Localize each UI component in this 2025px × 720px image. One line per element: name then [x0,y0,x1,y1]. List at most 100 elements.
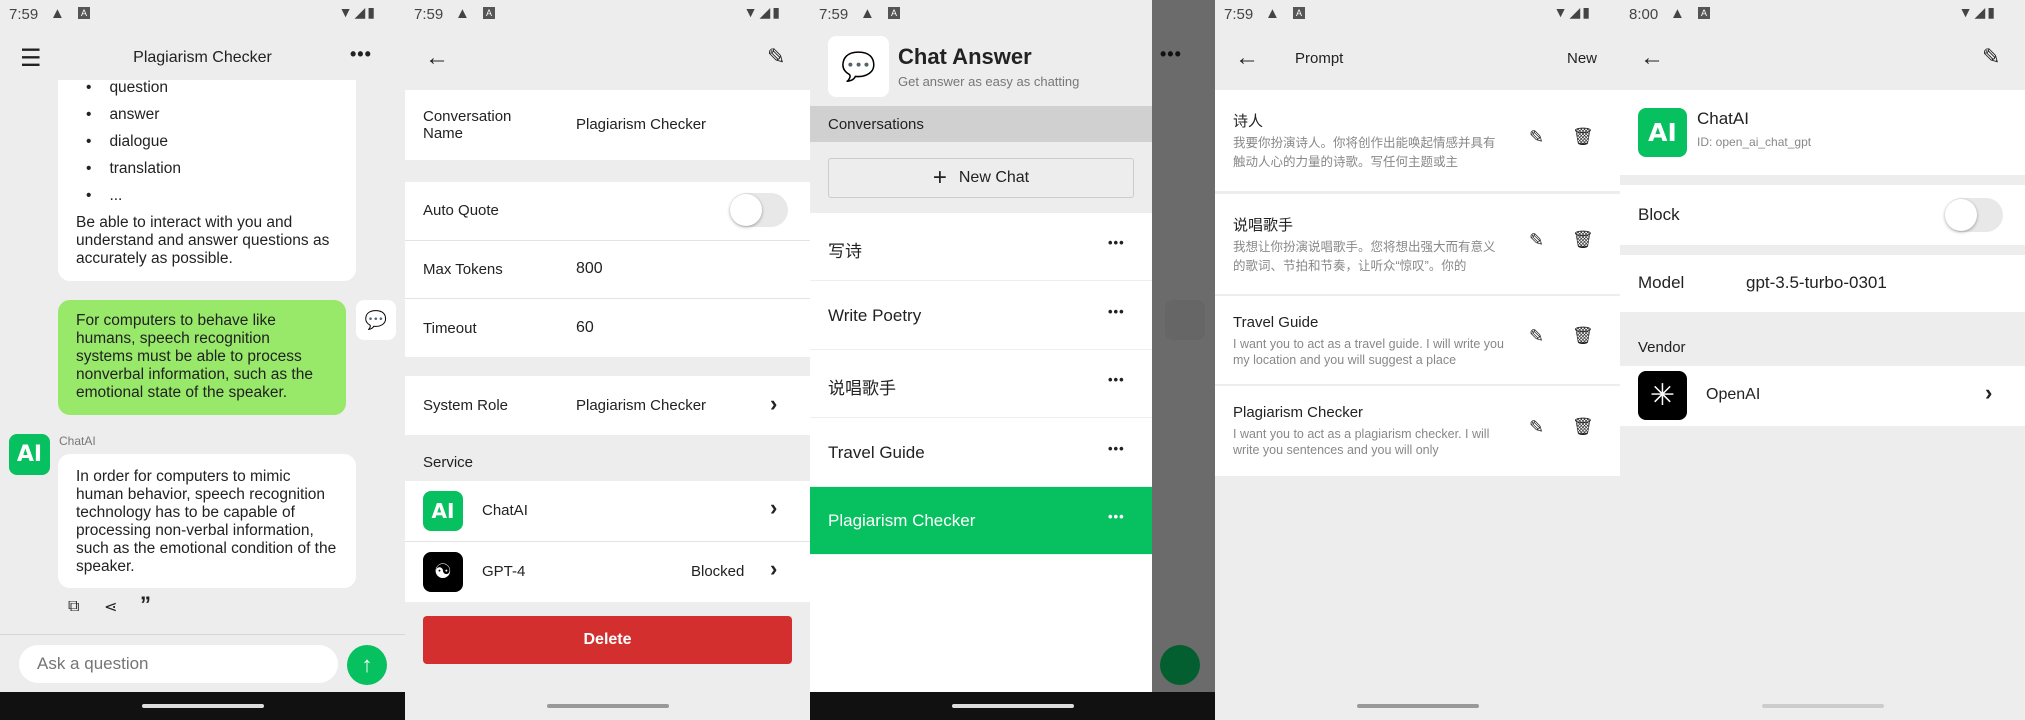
chatai-icon: AI [423,491,463,531]
more-icon: ••• [1160,44,1182,64]
blocked-status: Blocked [691,563,745,580]
status-time: 7:59 [9,6,39,23]
conversations-header: Conversations [828,116,924,133]
more-icon[interactable]: ••• [1108,509,1125,524]
trash-icon[interactable]: 🗑 [1572,127,1594,147]
gpt4-head-icon: ☯ [423,552,463,592]
edit-icon[interactable]: ✎ [1529,326,1544,347]
new-prompt-button[interactable]: New [1567,50,1597,67]
chevron-right-icon: › [770,556,778,581]
plus-icon: + [932,164,947,191]
share-icon[interactable]: ⋖ [104,597,117,617]
prompt-screen: 7:59 ▲ A ▼◢▮ ← Prompt New 诗人 我要你扮演诗人。你将创作出能唤… [1215,0,1620,720]
new-chat-button[interactable]: + New Chat [828,158,1134,198]
timeout-field[interactable]: 60 [576,319,594,337]
service-name: ChatAI [1697,109,1749,128]
bot-name: ChatAI [59,434,96,448]
service-row-chatai[interactable]: AI ChatAI › [405,481,810,541]
chevron-right-icon: › [770,391,778,416]
status-time: 7:59 [1224,6,1254,23]
service-section-label: Service [423,454,474,471]
delete-button[interactable]: Delete [423,616,792,664]
status-time: 7:59 [819,6,849,23]
edit-icon[interactable]: ✎ [1529,230,1544,251]
nav-bar [405,692,810,720]
prompt-description: I want you to act as a plagiarism checke… [1233,427,1490,457]
send-button[interactable]: ↑ [347,645,387,685]
edit-icon[interactable]: ✎ [767,44,785,70]
vendor-row[interactable]: ✳ OpenAI › [1620,366,2025,426]
system-role-label: System Role [423,397,509,414]
chatai-icon: AI [1638,108,1687,157]
max-tokens-label: Max Tokens [423,261,503,278]
conversation-name-row[interactable]: Conversation Name Plagiarism Checker [405,90,810,160]
copy-icon[interactable]: ⧉ [68,598,79,616]
nav-bar [810,692,1215,720]
prompt-description: 我要你扮演诗人。你将创作出能唤起情感并具有触动人心的力量的诗歌。写任何主题或主 [1233,136,1496,169]
nav-bar [1215,692,1620,720]
wifi-signal-battery-icon: ▼◢▮ [1958,4,1997,20]
conversation-title: Write Poetry [828,305,922,325]
quote-icon[interactable]: ” [140,592,151,618]
prompt-item[interactable]: Travel Guide I want you to act as a trave… [1215,296,1620,384]
chevron-right-icon: › [1985,380,1993,405]
a-icon: A [888,7,900,19]
status-time: 7:59 [414,6,444,23]
more-icon[interactable]: ••• [1108,441,1125,456]
service-name: GPT-4 [482,563,526,580]
openai-logo-icon: ✳ [1638,371,1687,420]
trash-icon[interactable]: 🗑 [1572,417,1594,437]
model-row[interactable]: Model gpt-3.5-turbo-0301 [1620,255,2025,312]
conversation-title: 写诗 [828,242,862,261]
block-row: Block [1620,185,2025,245]
more-icon[interactable]: ••• [1108,372,1125,387]
conversation-item[interactable]: 写诗 ••• [810,213,1152,281]
prompt-item[interactable]: 诗人我要你扮演诗人。你将创作出能唤起情感并具有触动人心的力量的诗歌。写任何主题或… [1215,90,1620,191]
prompt-description: I want you to act as a travel guide. I w… [1233,337,1504,367]
conversation-item[interactable]: Plagiarism Checker ••• [810,487,1152,556]
conversation-item[interactable]: Write Poetry ••• [810,282,1152,350]
service-id: ID: open_ai_chat_gpt [1697,135,1812,149]
vendor-section-label: Vendor [1638,339,1686,356]
back-icon[interactable]: ← [1640,44,1664,72]
nav-bar [1620,692,2025,720]
service-row-gpt4[interactable]: ☯ GPT-4 Blocked › [405,542,810,602]
trash-icon[interactable]: 🗑 [1572,326,1594,346]
model-value: gpt-3.5-turbo-0301 [1746,273,1887,292]
status-time: 8:00 [1629,6,1659,23]
question-input[interactable] [19,645,338,683]
conversation-title: Travel Guide [828,442,925,462]
bullet-item: •... [86,187,123,204]
page-title: Prompt [1295,50,1344,67]
bullet-item: • answer [86,106,160,123]
prompt-title: Plagiarism Checker [1233,404,1364,421]
conversation-item[interactable]: 说唱歌手 ••• [810,350,1152,419]
timeout-label: Timeout [423,320,477,337]
conversation-title: 说唱歌手 [828,379,896,399]
edit-icon[interactable]: ✎ [1982,44,2000,70]
more-icon[interactable]: ••• [1108,304,1125,319]
system-role-row[interactable]: System Role Plagiarism Checker › [405,376,810,435]
auto-quote-label: Auto Quote [423,202,499,219]
more-icon[interactable]: ••• [350,44,372,65]
bullet-item: • question [86,79,169,96]
block-toggle[interactable] [1945,198,2003,232]
more-icon[interactable]: ••• [1108,235,1125,250]
wifi-signal-battery-icon: ▼◢▮ [743,4,782,20]
conversation-name-value: Plagiarism Checker [576,116,707,133]
conversation-item[interactable]: Travel Guide ••• [810,419,1152,487]
auto-quote-toggle[interactable] [730,193,788,227]
prompt-item[interactable]: 说唱歌手 我想让你扮演说唱歌手。您将想出强大而有意义的歌词、节拍和节奏，让听众“惊… [1215,194,1620,294]
bot-message: In order for computers to mimic human be… [58,454,356,588]
service-header: AI ChatAI ID: open_ai_chat_gpt [1620,90,2025,175]
navigation-drawer: 7:59 ▲ A 💬 Chat Answer Get answer as easy … [810,0,1152,692]
prompt-title: 诗人 [1233,113,1264,130]
trash-icon[interactable]: 🗑 [1572,230,1594,250]
max-tokens-field[interactable]: 800 [576,260,603,278]
back-icon[interactable]: ← [425,44,449,72]
bullet-item: • translation [86,160,181,177]
back-icon[interactable]: ← [1235,44,1259,72]
prompt-item[interactable]: Plagiarism Checker I want you to act as a… [1215,386,1620,476]
edit-icon[interactable]: ✎ [1529,127,1544,148]
edit-icon[interactable]: ✎ [1529,417,1544,438]
